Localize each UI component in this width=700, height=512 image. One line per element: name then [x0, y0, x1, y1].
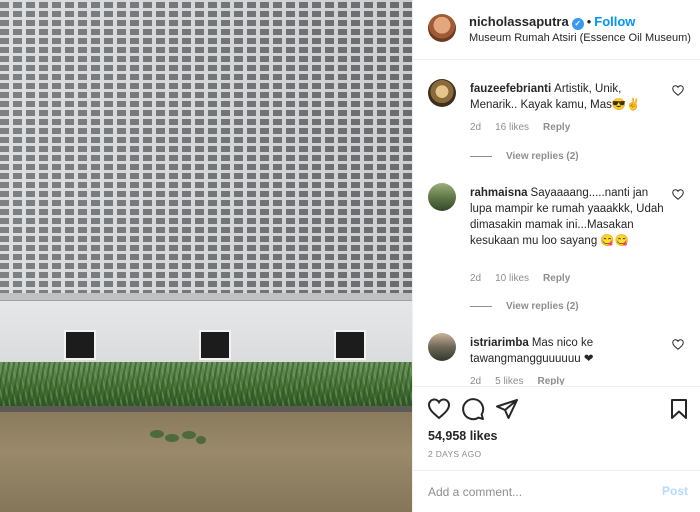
- lily-pad: [165, 434, 179, 442]
- post-actions: 54,958 likes 2 DAYS AGO: [413, 386, 700, 469]
- wall-shading: [0, 0, 412, 296]
- commenter-username[interactable]: rahmaisna: [470, 187, 528, 199]
- post-timestamp[interactable]: 2 DAYS AGO: [428, 449, 481, 459]
- comment-meta: 2d 10 likes Reply: [470, 273, 584, 284]
- comment-body: fauzeefebrianti Artistik, Unik, Menarik..…: [470, 81, 666, 113]
- post-photo[interactable]: [0, 0, 412, 512]
- comment-likes[interactable]: 10 likes: [495, 273, 529, 284]
- comment-body: rahmaisna Sayaaaang.....nanti jan lupa ma…: [470, 185, 666, 249]
- verified-badge-icon: ✓: [571, 18, 584, 30]
- grass-strip: [0, 362, 412, 410]
- wall-ledge: [0, 293, 412, 301]
- wall-vent: [334, 330, 366, 360]
- likes-count[interactable]: 54,958 likes: [428, 429, 498, 443]
- comment-age: 2d: [470, 122, 482, 133]
- reply-button[interactable]: Reply: [543, 122, 570, 133]
- comment-body: istriarimba Mas nico ke tawangmangguuuuuu…: [470, 335, 666, 367]
- post-comment-button[interactable]: Post: [662, 484, 688, 498]
- comment-composer: Post: [413, 470, 700, 512]
- owner-avatar[interactable]: [428, 14, 456, 42]
- pond-water: [0, 412, 412, 512]
- heart-small-icon[interactable]: [672, 85, 684, 96]
- comment-age: 2d: [470, 273, 482, 284]
- comment-likes[interactable]: 16 likes: [495, 122, 529, 133]
- heart-small-icon[interactable]: [672, 189, 684, 200]
- commenter-username[interactable]: fauzeefebrianti: [470, 83, 551, 95]
- commenter-avatar[interactable]: [428, 79, 456, 107]
- owner-handle-row: nicholassaputra ✓ • Follow: [469, 14, 635, 30]
- comment-likes[interactable]: 5 likes: [495, 376, 523, 385]
- post-location[interactable]: Museum Rumah Atsiri (Essence Oil Museum): [469, 32, 691, 44]
- comments-list[interactable]: fauzeefebrianti Artistik, Unik, Menarik..…: [413, 61, 700, 385]
- post-side-panel: nicholassaputra ✓ • Follow Museum Rumah Ats…: [412, 0, 700, 512]
- comment-age: 2d: [470, 376, 482, 385]
- wall-vent: [64, 330, 96, 360]
- lily-pad: [196, 436, 206, 444]
- follow-button[interactable]: Follow: [594, 14, 635, 29]
- lily-pad: [150, 430, 164, 438]
- owner-username[interactable]: nicholassaputra: [469, 14, 569, 29]
- heart-icon[interactable]: [427, 397, 451, 421]
- reply-button[interactable]: Reply: [537, 376, 564, 385]
- commenter-avatar[interactable]: [428, 183, 456, 211]
- commenter-avatar[interactable]: [428, 333, 456, 361]
- comment-meta: 2d 16 likes Reply: [470, 122, 584, 133]
- commenter-username[interactable]: istriarimba: [470, 337, 529, 349]
- wall-vent: [199, 330, 231, 360]
- separator-dot: •: [586, 14, 592, 29]
- view-replies-button[interactable]: View replies (2): [470, 301, 579, 312]
- heart-small-icon[interactable]: [672, 339, 684, 350]
- comment-input[interactable]: [428, 483, 648, 501]
- comment-meta: 2d 5 likes Reply: [470, 376, 579, 385]
- lily-pad: [182, 431, 196, 439]
- bookmark-icon[interactable]: [667, 397, 691, 421]
- view-replies-button[interactable]: View replies (2): [470, 151, 579, 162]
- comment-icon[interactable]: [461, 397, 485, 421]
- post-header: nicholassaputra ✓ • Follow Museum Rumah Ats…: [413, 0, 700, 60]
- reply-button[interactable]: Reply: [543, 273, 570, 284]
- share-icon[interactable]: [495, 397, 519, 421]
